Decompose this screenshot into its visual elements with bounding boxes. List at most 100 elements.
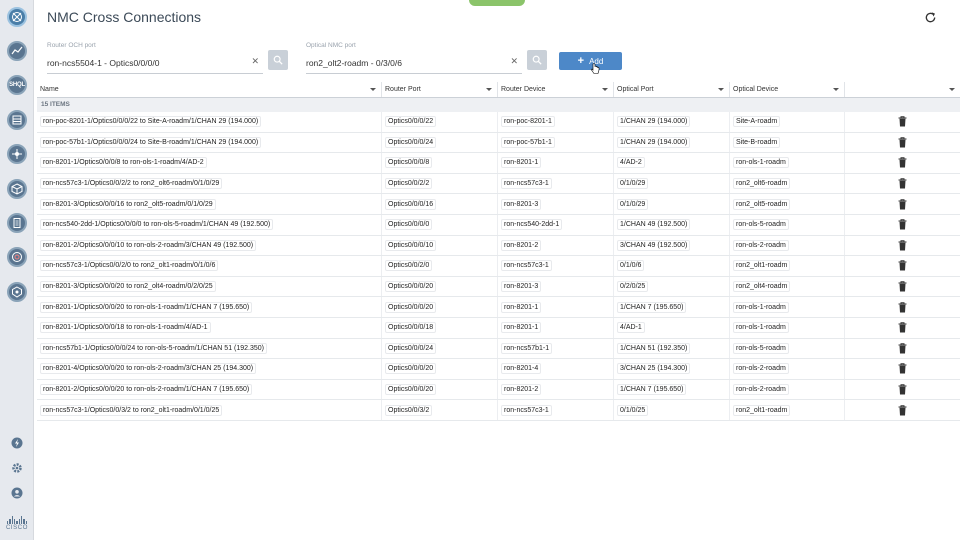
trash-icon[interactable] bbox=[898, 198, 907, 210]
user-icon[interactable] bbox=[11, 487, 23, 499]
row-router-port-cell: Optics0/0/0/20 bbox=[382, 297, 498, 317]
trash-icon[interactable] bbox=[898, 322, 907, 333]
sort-icon[interactable] bbox=[370, 88, 376, 91]
row-optical-port: 0/1/0/25 bbox=[617, 404, 649, 416]
shql-icon[interactable]: SHQL bbox=[7, 75, 27, 95]
row-optical-port-cell: 0/1/0/29 bbox=[614, 194, 730, 214]
cube-icon[interactable] bbox=[7, 179, 27, 199]
row-optical-port: 0/1/0/6 bbox=[617, 260, 645, 272]
router-och-value[interactable]: ron-ncs5504-1 - Optics0/0/0/0 bbox=[47, 58, 159, 68]
column-header-name[interactable]: Name bbox=[37, 82, 382, 97]
row-router-device: ron-poc-57b1-1 bbox=[501, 136, 555, 148]
optical-nmc-search-button[interactable] bbox=[527, 50, 547, 70]
table-row[interactable]: ron-poc-8201-1/Optics0/0/0/22 to Site-A-… bbox=[37, 112, 960, 133]
row-name: ron-ncs57c3-1/Optics0/0/2/2 to ron2_olt6… bbox=[40, 178, 223, 190]
row-name: ron-8201-3/Optics0/0/0/20 to ron2_olt4-r… bbox=[40, 281, 216, 293]
trash-icon[interactable] bbox=[898, 301, 907, 313]
trash-icon[interactable] bbox=[898, 384, 907, 395]
row-optical-device: ron2_olt5-roadm bbox=[733, 198, 791, 210]
row-name: ron-poc-8201-1/Optics0/0/0/22 to Site-A-… bbox=[40, 116, 262, 128]
row-optical-port-cell: 3/CHAN 25 (194.300) bbox=[614, 359, 730, 379]
optical-nmc-field[interactable]: Optical NMC port ron2_olt2-roadm - 0/3/0… bbox=[306, 42, 522, 74]
row-actions-cell bbox=[845, 318, 960, 338]
table-row[interactable]: ron-8201-1/Optics0/0/0/8 to ron-ols-1-ro… bbox=[37, 153, 960, 174]
table-row[interactable]: ron-8201-3/Optics0/0/0/20 to ron2_olt4-r… bbox=[37, 276, 960, 298]
row-router-device-cell: ron-ncs57c3-1 bbox=[498, 400, 614, 420]
row-optical-device-cell: ron-ols-2-roadm bbox=[730, 359, 845, 379]
row-optical-device: Site-A-roadm bbox=[733, 116, 781, 128]
trash-icon[interactable] bbox=[898, 157, 907, 168]
row-router-device: ron-8201-3 bbox=[501, 198, 542, 210]
row-optical-port-cell: 0/1/0/25 bbox=[614, 400, 730, 420]
row-name-cell: ron-ncs57c3-1/Optics0/0/3/2 to ron2_olt1… bbox=[37, 400, 382, 420]
row-optical-device-cell: Site-A-roadm bbox=[730, 112, 845, 132]
refresh-button[interactable] bbox=[922, 9, 938, 25]
table-row[interactable]: ron-ncs540-2dd-1/Optics0/0/0/0 to ron-ol… bbox=[37, 214, 960, 236]
trash-icon[interactable] bbox=[898, 404, 907, 416]
table-row[interactable]: ron-8201-1/Optics0/0/0/18 to ron-ols-1-r… bbox=[37, 317, 960, 339]
hand-cursor-icon bbox=[591, 63, 600, 74]
sort-icon[interactable] bbox=[602, 88, 608, 91]
shield-icon[interactable] bbox=[7, 282, 27, 302]
trash-icon[interactable] bbox=[898, 178, 907, 189]
sort-icon[interactable] bbox=[718, 88, 724, 91]
row-optical-port: 0/1/0/29 bbox=[617, 178, 649, 190]
gear-icon[interactable] bbox=[11, 462, 23, 474]
column-header-router-device[interactable]: Router Device bbox=[498, 82, 614, 97]
table-row[interactable]: ron-ncs57c3-1/Optics0/0/2/2 to ron2_olt6… bbox=[37, 173, 960, 195]
table-row[interactable]: ron-8201-4/Optics0/0/0/20 to ron-ols-2-r… bbox=[37, 359, 960, 380]
sort-icon[interactable] bbox=[486, 88, 492, 91]
table-row[interactable]: ron-ncs57c3-1/Optics0/0/3/2 to ron2_olt1… bbox=[37, 400, 960, 421]
routing-icon[interactable] bbox=[7, 144, 27, 164]
column-header-actions[interactable] bbox=[845, 82, 960, 97]
trash-icon[interactable] bbox=[898, 363, 907, 374]
trash-icon[interactable] bbox=[898, 281, 907, 292]
column-header-optical-device[interactable]: Optical Device bbox=[730, 82, 845, 97]
row-router-port: Optics0/0/0/24 bbox=[385, 342, 437, 354]
table-row[interactable]: ron-8201-3/Optics0/0/0/16 to ron2_olt5-r… bbox=[37, 194, 960, 215]
target-icon[interactable] bbox=[7, 247, 27, 267]
trash-icon[interactable] bbox=[898, 240, 907, 251]
trash-icon[interactable] bbox=[898, 219, 907, 230]
table-row[interactable]: ron-8201-2/Optics0/0/0/10 to ron-ols-2-r… bbox=[37, 235, 960, 257]
row-actions-cell bbox=[845, 194, 960, 214]
trash-icon[interactable] bbox=[898, 116, 907, 127]
table-row[interactable]: ron-ncs57b1-1/Optics0/0/0/24 to ron-ols-… bbox=[37, 338, 960, 360]
top-tab-handle[interactable] bbox=[469, 0, 525, 6]
row-name: ron-8201-4/Optics0/0/0/20 to ron-ols-2-r… bbox=[40, 363, 257, 375]
sort-icon[interactable] bbox=[833, 88, 839, 91]
row-name: ron-ncs57b1-1/Optics0/0/0/24 to ron-ols-… bbox=[40, 342, 267, 354]
row-router-device-cell: ron-8201-3 bbox=[498, 276, 614, 297]
row-router-device: ron-ncs57c3-1 bbox=[501, 178, 552, 190]
router-och-clear-icon[interactable]: ✕ bbox=[251, 57, 259, 66]
sort-icon[interactable] bbox=[949, 88, 955, 91]
row-optical-device-cell: ron2_olt1-roadm bbox=[730, 400, 845, 420]
row-actions-cell bbox=[845, 174, 960, 194]
optical-nmc-value[interactable]: ron2_olt2-roadm - 0/3/0/6 bbox=[306, 58, 402, 68]
row-router-port: Optics0/0/0/24 bbox=[385, 136, 437, 148]
trash-icon[interactable] bbox=[898, 343, 907, 354]
row-optical-port: 1/CHAN 29 (194.000) bbox=[617, 136, 691, 148]
router-och-search-button[interactable] bbox=[268, 50, 288, 70]
trash-icon[interactable] bbox=[898, 137, 907, 148]
row-optical-port-cell: 1/CHAN 49 (192.500) bbox=[614, 214, 730, 235]
device-icon[interactable] bbox=[7, 110, 27, 130]
document-icon[interactable] bbox=[7, 213, 27, 233]
column-header-router-port[interactable]: Router Port bbox=[382, 82, 498, 97]
table-row[interactable]: ron-8201-2/Optics0/0/0/20 to ron-ols-2-r… bbox=[37, 379, 960, 401]
table-row[interactable]: ron-8201-1/Optics0/0/0/20 to ron-ols-1-r… bbox=[37, 297, 960, 318]
column-header-optical-port[interactable]: Optical Port bbox=[614, 82, 730, 97]
router-och-field[interactable]: Router OCH port ron-ncs5504-1 - Optics0/… bbox=[47, 42, 263, 74]
table-row[interactable]: ron-poc-57b1-1/Optics0/0/0/24 to Site-B-… bbox=[37, 132, 960, 154]
lightning-icon[interactable] bbox=[11, 437, 23, 449]
table-row[interactable]: ron-ncs57c3-1/Optics0/0/2/0 to ron2_olt1… bbox=[37, 256, 960, 277]
row-optical-port-cell: 4/AD-1 bbox=[614, 317, 730, 338]
globe-icon[interactable] bbox=[7, 7, 27, 27]
chart-icon[interactable] bbox=[7, 41, 27, 61]
row-name-cell: ron-8201-4/Optics0/0/0/20 to ron-ols-2-r… bbox=[37, 359, 382, 379]
trash-icon[interactable] bbox=[898, 260, 907, 271]
row-optical-device-cell: ron2_olt1-roadm bbox=[730, 256, 845, 276]
row-optical-device: Site-B-roadm bbox=[733, 136, 781, 148]
optical-nmc-clear-icon[interactable]: ✕ bbox=[510, 57, 518, 66]
row-router-device-cell: ron-ncs540-2dd-1 bbox=[498, 214, 614, 235]
